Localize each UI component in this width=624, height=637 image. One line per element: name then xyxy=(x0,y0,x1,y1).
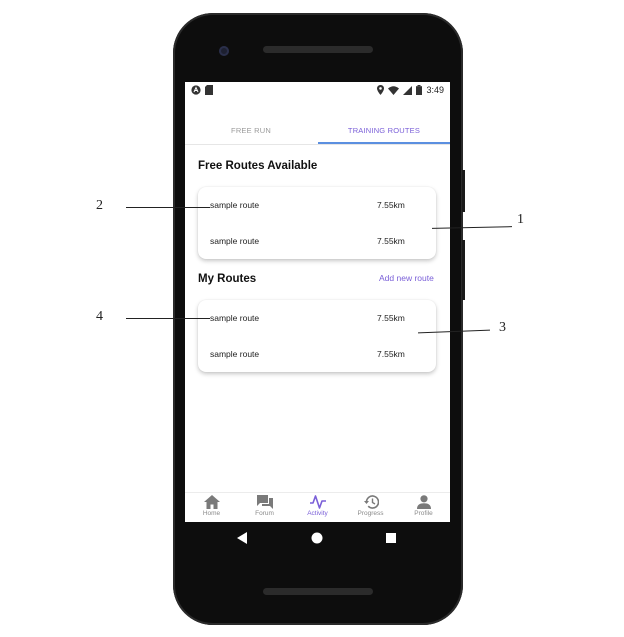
tab-bar: FREE RUN TRAINING ROUTES xyxy=(185,118,450,145)
route-distance: 7.55km xyxy=(377,349,405,359)
free-routes-card: sample route 7.55km sample route 7.55km xyxy=(198,187,436,259)
sd-card-icon xyxy=(205,85,213,95)
callout-number: 3 xyxy=(499,320,506,335)
bottom-speaker xyxy=(263,588,373,595)
my-routes-title: My Routes xyxy=(198,273,257,285)
volume-button xyxy=(462,240,465,300)
route-distance: 7.55km xyxy=(377,236,405,246)
app-screen: 3:49 FREE RUN TRAINING ROUTES Free Route… xyxy=(185,82,450,522)
nav-home-label: Home xyxy=(202,510,221,517)
profile-icon xyxy=(416,495,431,509)
earpiece-speaker xyxy=(263,46,373,53)
nav-forum-label: Forum xyxy=(255,510,274,517)
callout-line xyxy=(126,207,210,208)
back-icon[interactable] xyxy=(237,532,247,544)
callout-number: 2 xyxy=(96,198,103,213)
nav-home[interactable]: Home xyxy=(185,495,238,517)
home-circle-icon[interactable] xyxy=(311,532,323,544)
front-camera xyxy=(219,46,229,56)
activity-icon xyxy=(309,495,326,509)
signal-icon xyxy=(403,85,413,95)
route-name: sample route xyxy=(210,200,260,210)
nav-activity-label: Activity xyxy=(307,510,328,517)
callout-number: 4 xyxy=(96,309,103,324)
add-new-route-link[interactable]: Add new route xyxy=(379,273,434,283)
route-row[interactable]: sample route 7.55km xyxy=(198,197,436,215)
route-distance: 7.55km xyxy=(377,200,405,210)
route-name: sample route xyxy=(210,349,260,359)
nav-profile-label: Profile xyxy=(414,510,433,517)
nav-progress-label: Progress xyxy=(357,510,384,517)
status-time: 3:49 xyxy=(426,85,444,95)
bottom-nav: Home Forum Activity Progress Profile xyxy=(185,492,450,522)
my-routes-card: sample route 7.55km sample route 7.55km xyxy=(198,300,436,372)
tab-indicator xyxy=(318,142,450,144)
system-nav-bar xyxy=(185,528,450,548)
nav-profile[interactable]: Profile xyxy=(397,495,450,517)
route-name: sample route xyxy=(210,313,260,323)
route-name: sample route xyxy=(210,236,260,246)
location-icon xyxy=(377,85,385,95)
battery-icon xyxy=(416,85,423,95)
route-distance: 7.55km xyxy=(377,313,405,323)
nav-activity[interactable]: Activity xyxy=(291,495,344,517)
status-bar: 3:49 xyxy=(185,82,450,100)
tab-free-run[interactable]: FREE RUN xyxy=(185,118,317,144)
home-icon xyxy=(203,495,220,509)
route-row[interactable]: sample route 7.55km xyxy=(198,346,436,364)
callout-line xyxy=(126,318,210,319)
progress-icon xyxy=(363,495,379,509)
callout-number: 1 xyxy=(517,212,524,227)
route-row[interactable]: sample route 7.55km xyxy=(198,310,436,328)
power-button xyxy=(462,170,465,212)
nav-progress[interactable]: Progress xyxy=(344,495,397,517)
forum-icon xyxy=(256,495,273,509)
route-row[interactable]: sample route 7.55km xyxy=(198,233,436,251)
wifi-icon xyxy=(388,85,400,95)
free-routes-title: Free Routes Available xyxy=(198,160,318,172)
app-notification-icon xyxy=(191,85,201,95)
tab-training-routes[interactable]: TRAINING ROUTES xyxy=(318,118,450,144)
nav-forum[interactable]: Forum xyxy=(238,495,291,517)
recents-square-icon[interactable] xyxy=(386,533,396,543)
